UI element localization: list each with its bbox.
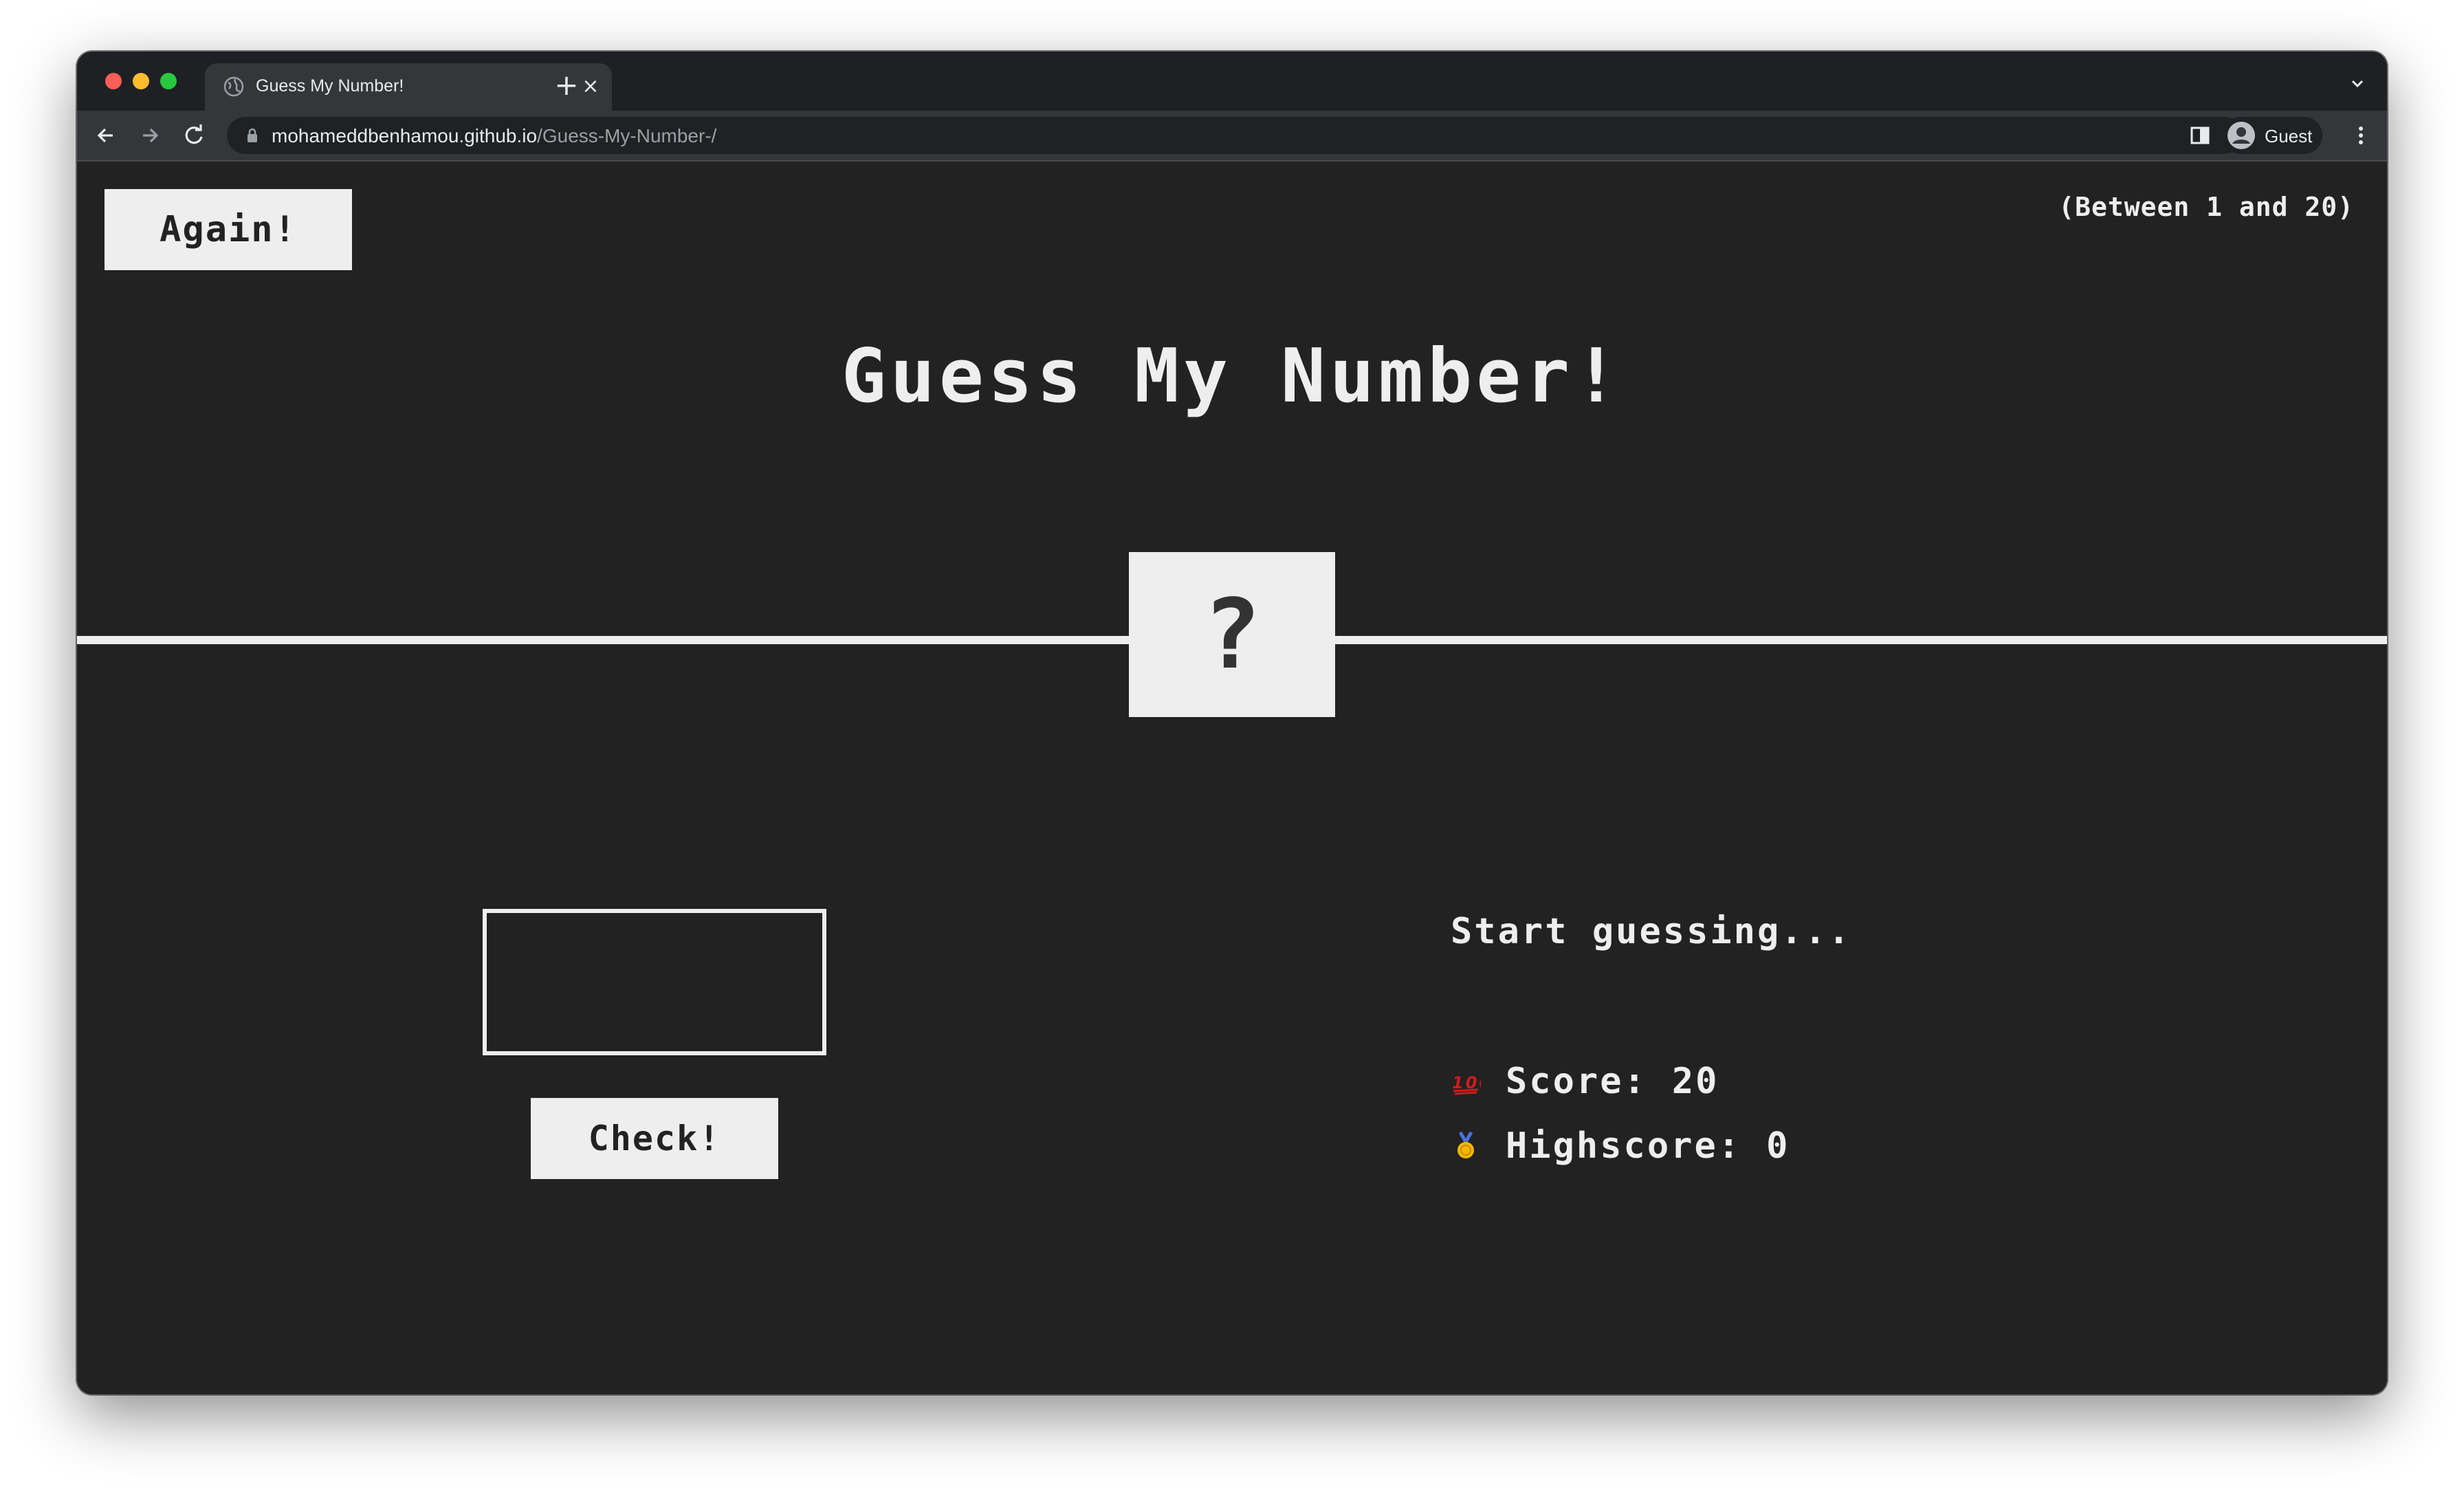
tab-title: Guess My Number! [256,76,404,96]
browser-window: Guess My Number! × + mohameddbenhamou.gi… [77,52,2387,1394]
status-message: Start guessing... [1451,911,1852,952]
score-value: 20 [1671,1061,1719,1102]
side-panel-icon[interactable] [2186,122,2214,149]
secret-number-box: ? [1129,552,1335,717]
url-path: /Guess-My-Number-/ [537,125,717,146]
new-tab-button[interactable]: + [551,70,582,100]
highscore-label: Highscore: [1506,1125,1742,1167]
close-window-button[interactable] [105,73,122,89]
hundred-points-icon: 100 [1452,1073,1481,1095]
address-bar[interactable]: mohameddbenhamou.github.io/Guess-My-Numb… [227,117,2243,154]
tab-list-icon[interactable] [2347,74,2368,94]
profile-label: Guest [2265,126,2313,146]
url-host: mohameddbenhamou.github.io [272,125,538,146]
minimize-window-button[interactable] [133,73,149,89]
score-label: Score: [1506,1061,1647,1102]
forward-icon[interactable] [135,120,165,151]
tab-strip: Guess My Number! × + [77,52,2387,111]
more-menu-icon[interactable] [2346,120,2376,151]
score-row: 100 Score: 20 [1451,1061,1719,1102]
close-tab-icon[interactable]: × [580,76,602,98]
range-hint: (Between 1 and 20) [2058,192,2354,222]
url-text[interactable]: mohameddbenhamou.github.io/Guess-My-Numb… [272,125,716,147]
back-icon[interactable] [91,120,121,151]
maximize-window-button[interactable] [160,73,177,89]
again-button[interactable]: Again! [104,189,352,270]
medal-icon [1458,1131,1474,1158]
globe-icon [223,76,244,97]
highscore-value: 0 [1766,1125,1790,1167]
reload-icon[interactable] [179,120,209,151]
guess-input[interactable] [483,909,826,1055]
profile-avatar-icon [2228,122,2255,149]
highscore-row: Highscore: 0 [1451,1125,1790,1167]
browser-toolbar: mohameddbenhamou.github.io/Guess-My-Numb… [77,111,2387,162]
game-page: Again! (Between 1 and 20) Guess My Numbe… [77,162,2387,1394]
check-button[interactable]: Check! [531,1098,778,1179]
page-title: Guess My Number! [841,333,1623,419]
lock-icon[interactable] [245,127,260,144]
profile-button[interactable]: Guest [2222,117,2322,154]
